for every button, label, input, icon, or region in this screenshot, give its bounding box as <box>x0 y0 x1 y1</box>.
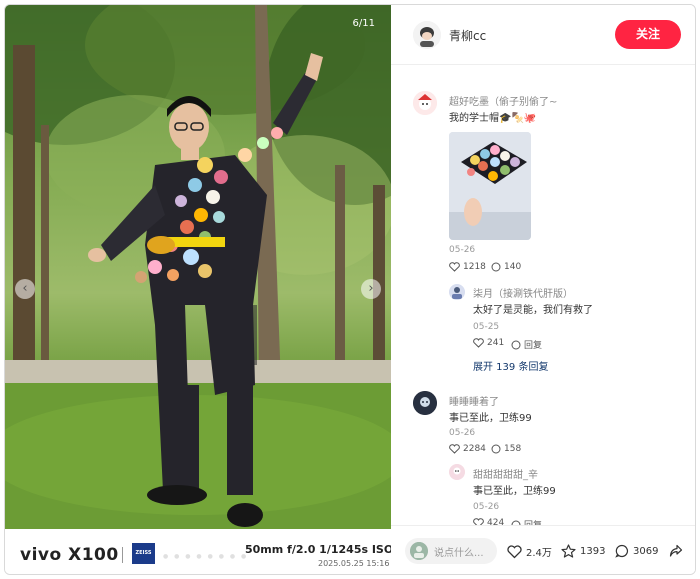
reply-like-count: 241 <box>487 338 505 348</box>
comment-like-count: 1218 <box>463 262 486 272</box>
comment-reply-count: 158 <box>504 444 522 454</box>
comment-item: 超好吃墨（偷子别偷了~ 我的学士帽🎓🍢🐙 05-26 1218 140 <box>391 65 695 280</box>
like-button[interactable]: 2.4万 <box>507 544 552 559</box>
replier-name[interactable]: 甜甜甜甜甜_辛 <box>473 466 538 481</box>
comment-list[interactable]: 超好吃墨（偷子别偷了~ 我的学士帽🎓🍢🐙 05-26 1218 140 柒月（接… <box>391 65 695 525</box>
heart-icon <box>449 262 460 272</box>
comment-input-placeholder: 说点什么... <box>434 548 484 559</box>
commenter-avatar[interactable] <box>413 91 437 115</box>
heart-icon <box>473 518 484 525</box>
watermark-camera-spec: 50mm f/2.0 1/1245s ISO50 <box>245 543 409 556</box>
replier-avatar[interactable] <box>449 464 465 480</box>
chat-bubble-icon <box>511 340 521 349</box>
comment-date: 05-26 <box>449 245 476 255</box>
reply-like-button[interactable]: 424 <box>473 518 504 525</box>
comment-reply-count: 140 <box>504 262 522 272</box>
chat-bubble-icon <box>615 544 628 558</box>
comment-text: 事已至此，卫练99 <box>449 413 532 424</box>
comment-image[interactable] <box>449 132 531 240</box>
replier-avatar[interactable] <box>449 284 465 300</box>
reply-like-count: 424 <box>487 518 505 525</box>
reply-text: 太好了是灵能，我们有救了 <box>473 305 593 316</box>
comment-reply-button[interactable]: 140 <box>491 262 521 272</box>
comment-like-count: 2284 <box>463 444 486 454</box>
author-avatar[interactable] <box>413 21 441 49</box>
comment-input[interactable]: 说点什么... <box>405 538 497 564</box>
comment-date: 05-26 <box>449 428 476 438</box>
reply-text: 事已至此，卫练99 <box>473 486 556 497</box>
note-photo[interactable]: 6/11 ‹ › <box>5 5 391 529</box>
zeiss-logo: ZEISS <box>132 543 155 564</box>
expand-replies-link[interactable]: 展开 139 条回复 <box>473 358 548 373</box>
photo-illustration <box>5 5 391 529</box>
note-side-panel: 青柳cc 关注 超好吃墨（偷子别偷了~ 我的学士帽🎓🍢🐙 05-26 1218 … <box>391 5 695 574</box>
comment-text: 我的学士帽🎓🍢🐙 <box>449 113 537 124</box>
heart-icon <box>449 444 460 454</box>
reply-item: 甜甜甜甜甜_辛 事已至此，卫练99 05-26 424 回复 <box>391 460 695 525</box>
replier-name[interactable]: 柒月（接涮铁代肝版） <box>473 285 573 300</box>
next-image-button[interactable]: › <box>361 279 381 299</box>
reply-item: 柒月（接涮铁代肝版） 太好了是灵能，我们有救了 05-25 241 回复 展开 … <box>391 280 695 375</box>
reply-reply-button[interactable]: 回复 <box>511 518 542 525</box>
author-name[interactable]: 青柳cc <box>449 27 486 44</box>
watermark-divider <box>122 547 123 563</box>
reply-like-button[interactable]: 241 <box>473 338 504 348</box>
comment-button[interactable]: 3069 <box>615 544 658 558</box>
previous-image-button[interactable]: ‹ <box>15 279 35 299</box>
reply-reply-label: 回复 <box>524 518 542 525</box>
collect-button[interactable]: 1393 <box>561 544 605 558</box>
heart-icon <box>507 544 522 558</box>
watermark-dots: ● ● ● ● ● ● ● ● <box>163 553 249 560</box>
reply-date: 05-26 <box>473 502 500 512</box>
reply-reply-button[interactable]: 回复 <box>511 338 542 351</box>
comment-item: 睡睡睡着了 事已至此，卫练99 05-26 2284 158 <box>391 385 695 460</box>
comment-reply-button[interactable]: 158 <box>491 444 521 454</box>
comment-like-button[interactable]: 1218 <box>449 262 486 272</box>
engagement-bar: 说点什么... 2.4万 1393 3069 <box>391 525 695 574</box>
my-avatar <box>410 542 428 560</box>
watermark-datetime: 2025.05.25 15:16 <box>318 559 390 568</box>
commenter-name[interactable]: 睡睡睡着了 <box>449 393 499 408</box>
comment-count: 3069 <box>633 545 659 557</box>
share-button[interactable] <box>669 544 683 558</box>
comment-like-button[interactable]: 2284 <box>449 444 486 454</box>
star-icon <box>561 544 576 558</box>
camera-watermark: vivo X100 ZEISS ● ● ● ● ● ● ● ● 50mm f/2… <box>5 529 409 574</box>
collect-count: 1393 <box>580 545 606 557</box>
image-counter: 6/11 <box>352 18 375 29</box>
chat-bubble-icon <box>491 262 501 272</box>
chat-bubble-icon <box>491 444 501 454</box>
watermark-brand: vivo X100 <box>20 545 119 565</box>
reply-date: 05-25 <box>473 322 500 332</box>
note-window: 6/11 ‹ › vivo X100 ZEISS ● ● ● ● ● ● ● ●… <box>4 4 696 575</box>
follow-button[interactable]: 关注 <box>615 20 681 49</box>
commenter-avatar[interactable] <box>413 391 437 415</box>
author-header: 青柳cc 关注 <box>391 5 695 65</box>
heart-icon <box>473 338 484 348</box>
share-icon <box>669 544 683 557</box>
commenter-name[interactable]: 超好吃墨（偷子别偷了~ <box>449 93 557 108</box>
like-count: 2.4万 <box>526 548 552 559</box>
reply-reply-label: 回复 <box>524 341 543 351</box>
